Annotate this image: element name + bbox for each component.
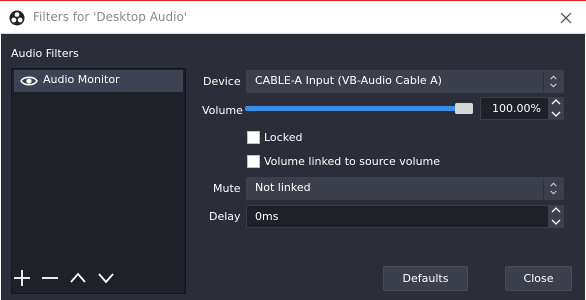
- audio-filters-label: Audio Filters: [11, 47, 79, 60]
- minus-icon[interactable]: [40, 268, 60, 288]
- volume-spin-buttons: [548, 97, 564, 120]
- mute-value: Not linked: [255, 181, 311, 194]
- device-select[interactable]: CABLE-A Input (VB-Audio Cable A): [246, 70, 564, 93]
- spin-up-icon[interactable]: [548, 205, 564, 216]
- volume-slider-handle[interactable]: [455, 103, 473, 114]
- filter-list[interactable]: Audio Monitor: [11, 68, 186, 294]
- window-title: Filters for 'Desktop Audio': [33, 10, 188, 24]
- locked-label: Locked: [264, 131, 303, 144]
- volume-label: Volume: [202, 104, 243, 117]
- spin-down-icon[interactable]: [548, 217, 564, 228]
- obs-logo-icon: [9, 10, 25, 26]
- chevron-down-icon[interactable]: [96, 268, 116, 288]
- device-label: Device: [203, 75, 241, 88]
- title-bar: Filters for 'Desktop Audio': [0, 1, 586, 34]
- spin-up-icon[interactable]: [548, 97, 564, 108]
- delay-value: 0ms: [255, 210, 279, 223]
- dialog-body: Audio Filters Audio Monitor Device CABLE…: [1, 34, 585, 300]
- plus-icon[interactable]: [12, 268, 32, 288]
- delay-spin-buttons: [548, 205, 564, 228]
- chevron-up-icon[interactable]: [68, 268, 88, 288]
- select-arrows-icon: [543, 71, 557, 92]
- locked-checkbox[interactable]: [247, 131, 260, 144]
- volume-linked-checkbox[interactable]: [247, 155, 260, 168]
- device-value: CABLE-A Input (VB-Audio Cable A): [255, 74, 442, 87]
- volume-slider-fill: [245, 106, 473, 111]
- volume-value: 100.00%: [492, 102, 541, 115]
- close-icon[interactable]: [554, 6, 578, 30]
- spin-down-icon[interactable]: [548, 109, 564, 120]
- volume-slider[interactable]: [245, 100, 473, 118]
- mute-select[interactable]: Not linked: [246, 177, 564, 200]
- volume-spinbox[interactable]: 100.00%: [480, 97, 564, 120]
- volume-linked-label: Volume linked to source volume: [264, 155, 441, 168]
- filter-name: Audio Monitor: [43, 73, 120, 86]
- close-button[interactable]: Close: [505, 266, 572, 291]
- select-arrows-icon: [543, 178, 557, 199]
- mute-label: Mute: [213, 182, 241, 195]
- delay-spinbox[interactable]: 0ms: [246, 205, 564, 228]
- filter-list-item[interactable]: Audio Monitor: [14, 70, 183, 92]
- defaults-button[interactable]: Defaults: [383, 266, 468, 291]
- eye-icon[interactable]: [20, 74, 38, 88]
- delay-label: Delay: [209, 210, 241, 223]
